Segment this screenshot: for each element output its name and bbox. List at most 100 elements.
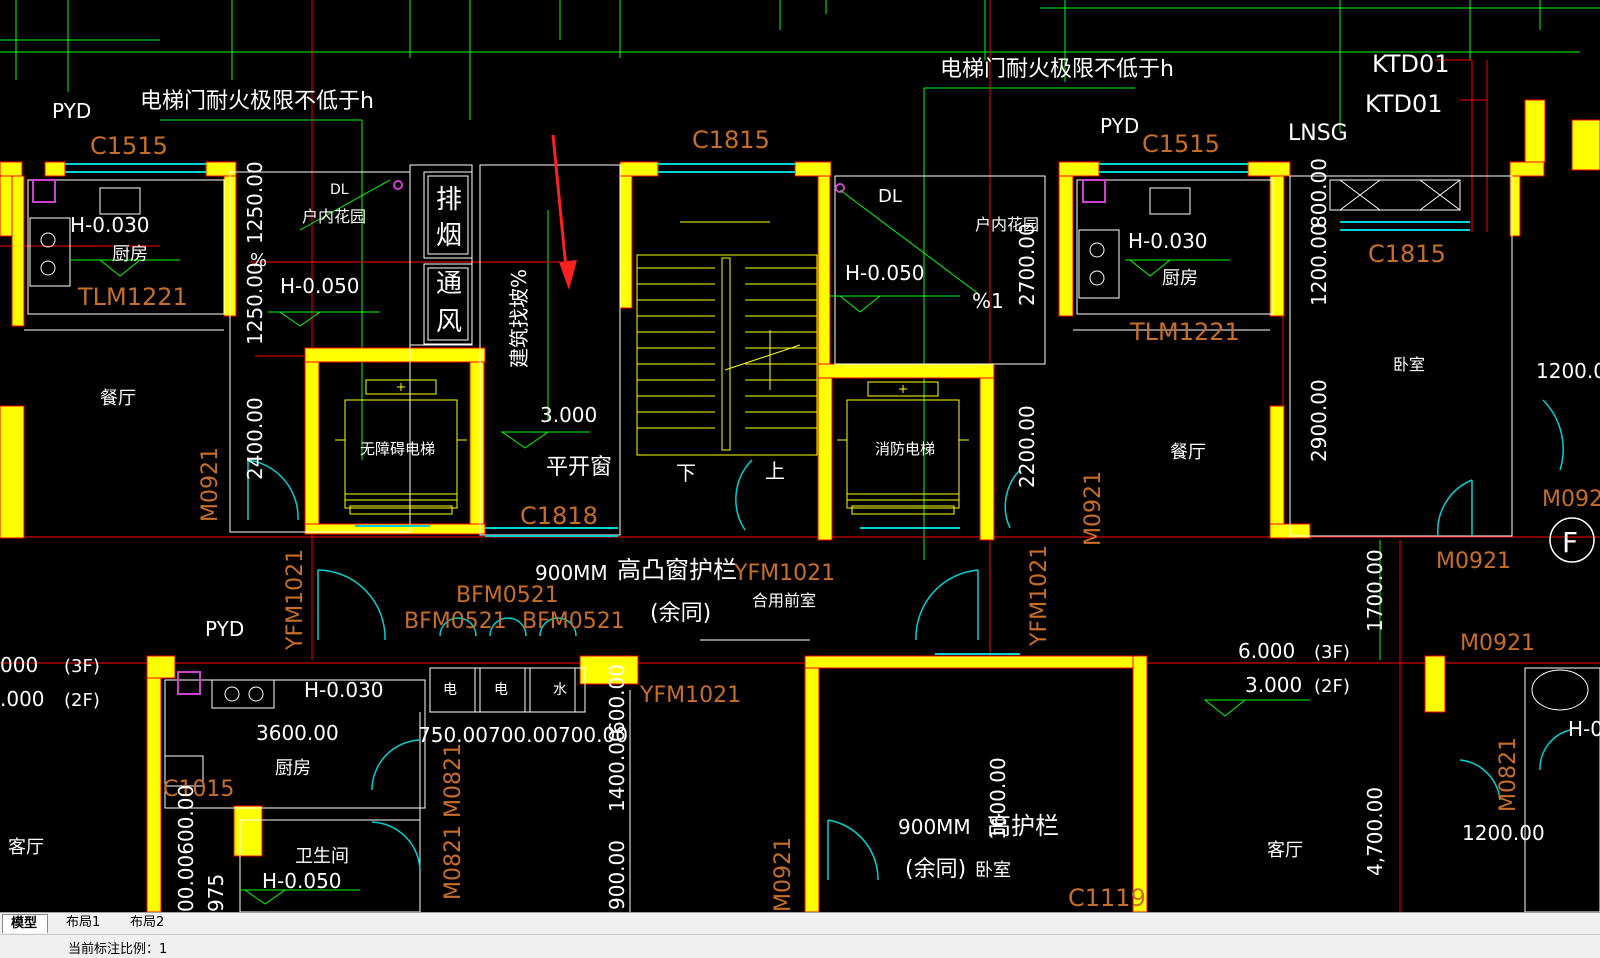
dimension-value: 2700.00 bbox=[1015, 223, 1039, 306]
axis-bubble-label: F bbox=[1562, 526, 1578, 559]
shaft-label: 排 bbox=[436, 185, 462, 215]
door-tag: M0921 bbox=[1460, 631, 1535, 656]
dimension-note: 900MM bbox=[898, 815, 971, 839]
level-label: 3.000 bbox=[540, 403, 597, 427]
window-tag: C1815 bbox=[1368, 240, 1446, 268]
floor-tag: (2F) bbox=[64, 690, 100, 711]
slope-note: 建筑找坡% bbox=[507, 269, 531, 368]
tab-layout-1[interactable]: 布局1 bbox=[58, 914, 110, 932]
door-tag: BFM0521 bbox=[522, 609, 625, 634]
room-kitchen: 厨房 bbox=[1162, 268, 1198, 289]
dl-label: DL bbox=[878, 186, 902, 207]
door-tag: TLM1221 bbox=[1129, 318, 1240, 346]
door-tag: M0821 bbox=[1496, 737, 1521, 812]
dimension-value: 2200.00 bbox=[1015, 405, 1039, 488]
rail-note: 高凸窗护栏 bbox=[617, 556, 737, 584]
dimension-value: 1400.00 bbox=[605, 729, 629, 812]
status-bar: 当前标注比例：1 bbox=[0, 934, 1600, 958]
floor-tag: (2F) bbox=[1314, 676, 1350, 697]
same-note: (余同) bbox=[650, 601, 711, 626]
dimension-value: 800.00 bbox=[1307, 158, 1331, 228]
room-bathroom: 卫生间 bbox=[295, 846, 349, 867]
stair-up: 上 bbox=[765, 459, 785, 483]
room-living: 客厅 bbox=[8, 837, 44, 858]
tab-layout-2[interactable]: 布局2 bbox=[122, 914, 174, 932]
floor-tag: (3F) bbox=[64, 656, 100, 677]
dimension-value: 1200.00 bbox=[1462, 821, 1545, 845]
door-tag: M0821 bbox=[441, 825, 466, 900]
dimension-value: 1600.00 bbox=[986, 757, 1010, 840]
door-tag: M0921 bbox=[198, 447, 223, 522]
dimension-value: 1200.00 bbox=[1536, 359, 1600, 383]
dimension-value: 600.00 bbox=[605, 664, 629, 734]
door-tag: BFM0521 bbox=[456, 583, 559, 608]
elevation-label: H-0.030 bbox=[70, 213, 150, 237]
shaft-label: 通 bbox=[436, 269, 462, 299]
stair-down: 下 bbox=[676, 461, 696, 485]
door-tag: TLM1221 bbox=[77, 283, 188, 311]
layout-tab-bar: 模型 布局1 布局2 bbox=[0, 912, 1600, 934]
window-tag: C1119 bbox=[1068, 884, 1146, 912]
dl-label: DL bbox=[330, 182, 349, 198]
elevation-label: H-0.050 bbox=[845, 261, 925, 285]
meter-label: 电 bbox=[443, 682, 457, 698]
elevation-label: H-0.050 bbox=[280, 274, 360, 298]
dimension-value: 900.00 bbox=[605, 840, 629, 910]
door-tag: M0921 bbox=[1436, 549, 1511, 574]
window-note: 平开窗 bbox=[546, 455, 612, 480]
meter-label: 电 bbox=[494, 682, 508, 698]
door-tag: YFM1021 bbox=[283, 549, 308, 651]
tab-model[interactable]: 模型 bbox=[2, 914, 49, 933]
dimension-value: 1250.00 bbox=[243, 262, 267, 345]
room-bedroom: 卧室 bbox=[1393, 355, 1425, 374]
room-kitchen: 厨房 bbox=[275, 758, 311, 779]
slope-percent: %1 bbox=[972, 289, 1004, 313]
cad-drawing-canvas[interactable]: F 电梯门耐火极限不低于h 电梯门耐火极限不低于h PYD PYD PYD KT… bbox=[0, 0, 1600, 912]
elevation-label: H-0 bbox=[1568, 717, 1600, 741]
pyd-label: PYD bbox=[1100, 114, 1139, 138]
dimension-value: 1200.00 bbox=[1307, 223, 1331, 306]
dimension-value: 1700.00 bbox=[1363, 549, 1387, 632]
door-tag: BFM0521 bbox=[404, 609, 507, 634]
pyd-label: PYD bbox=[205, 617, 244, 641]
level-value: .000 bbox=[0, 687, 45, 711]
door-tag: M0921 bbox=[771, 837, 796, 912]
level-value: 000 bbox=[0, 653, 38, 677]
lnsg-label: LNSG bbox=[1288, 121, 1348, 146]
room-living: 客厅 bbox=[1267, 840, 1303, 861]
shaft-label: 烟 bbox=[436, 221, 462, 251]
elevator-label: 无障碍电梯 bbox=[360, 440, 435, 458]
dimension-value: 975 bbox=[204, 874, 228, 912]
window-tag: C1815 bbox=[692, 126, 770, 154]
meter-label: 水 bbox=[553, 682, 567, 698]
elevator-fire-note: 电梯门耐火极限不低于h bbox=[140, 89, 374, 114]
door-tag: YFM1021 bbox=[733, 561, 835, 586]
dimension-value: 4,700.00 bbox=[1363, 787, 1387, 876]
dimension-value: 2900.00 bbox=[1307, 379, 1331, 462]
dimension-value: 750.00700.00700.00 bbox=[418, 723, 628, 747]
door-tag: M0921 bbox=[1081, 471, 1106, 546]
door-tag: YFM1021 bbox=[639, 683, 741, 708]
dimension-note: 900MM bbox=[535, 561, 608, 585]
level-value: 3.000 bbox=[1245, 673, 1302, 697]
room-dining: 餐厅 bbox=[100, 388, 136, 409]
door-tag: M0921 bbox=[1542, 487, 1600, 512]
window-tag: C1515 bbox=[1142, 130, 1220, 158]
room-garden: 户内花园 bbox=[302, 207, 366, 226]
elevation-label: H-0.050 bbox=[262, 869, 342, 893]
dimension-value: 1250.00 bbox=[243, 161, 267, 244]
dimension-value: 2400.00 bbox=[243, 397, 267, 480]
window-tag: C1515 bbox=[90, 132, 168, 160]
room-kitchen: 厨房 bbox=[112, 244, 148, 265]
level-value: 6.000 bbox=[1238, 639, 1295, 663]
elevator-fire-note: 电梯门耐火极限不低于h bbox=[940, 57, 1174, 82]
dimension-value: 3600.00 bbox=[256, 721, 339, 745]
pyd-label: PYD bbox=[52, 99, 91, 123]
shaft-label: 风 bbox=[436, 307, 462, 337]
room-bedroom: 卧室 bbox=[975, 860, 1011, 881]
annotation-scale-text: 当前标注比例：1 bbox=[68, 942, 168, 957]
same-note: (余同) bbox=[905, 857, 966, 882]
dimension-value: 00.00600.00 bbox=[174, 785, 198, 912]
room-lobby: 合用前室 bbox=[752, 591, 816, 610]
elevator-label: 消防电梯 bbox=[875, 440, 935, 458]
